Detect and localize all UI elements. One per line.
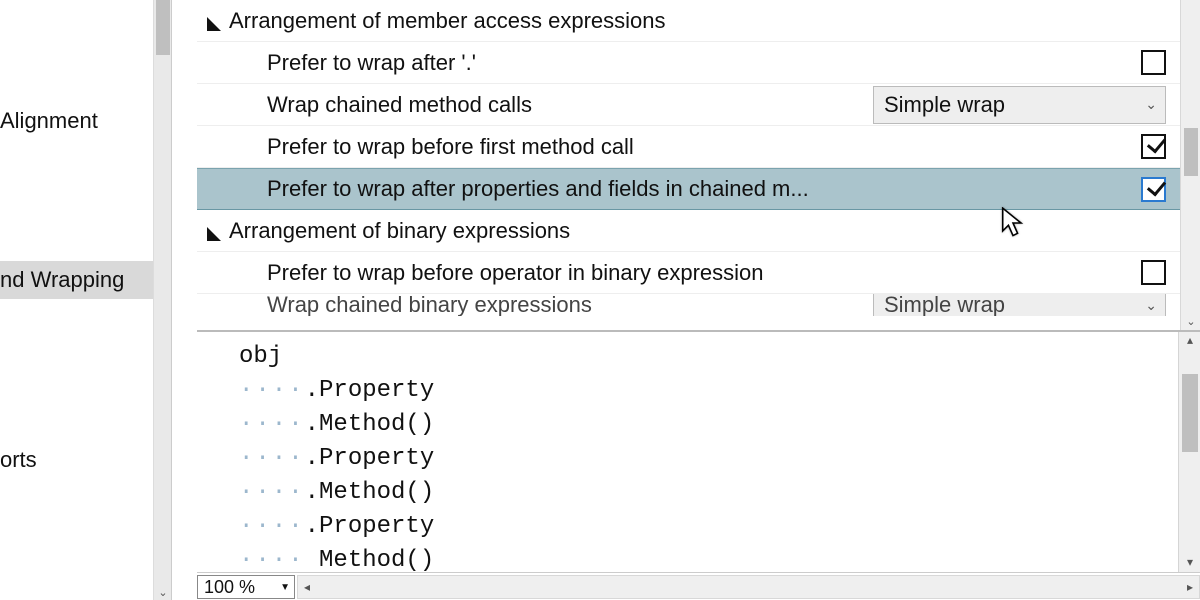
indent-guides: ···· — [239, 547, 305, 572]
nav-item[interactable]: nd Wrapping — [0, 261, 171, 298]
settings-pane: Arrangement of member access expressions… — [172, 0, 1200, 330]
code-line: ····.Property — [239, 510, 1200, 544]
code-line: ····.Property — [239, 442, 1200, 476]
settings-scrollbar-thumb[interactable] — [1184, 128, 1198, 176]
scroll-down-icon[interactable]: ⌄ — [1181, 312, 1200, 330]
settings-row[interactable]: Prefer to wrap before first method call — [197, 126, 1180, 168]
settings-label: Wrap chained binary expressions — [197, 294, 871, 316]
code-line: ····.Property — [239, 374, 1200, 408]
nav-scrollbar[interactable]: ⌄ — [153, 0, 171, 600]
settings-row[interactable]: Wrap chained binary expressionsSimple wr… — [197, 294, 1180, 316]
checkbox[interactable] — [1141, 260, 1166, 285]
preview-scrollbar-thumb[interactable] — [1182, 374, 1198, 452]
code-preview-pane: obj····.Property····.Method()····.Proper… — [197, 330, 1200, 600]
scroll-up-icon[interactable]: ▴ — [1179, 332, 1200, 350]
chevron-down-icon: ▼ — [280, 582, 290, 593]
settings-row[interactable]: Prefer to wrap after '.' — [197, 42, 1180, 84]
nav-scrollbar-thumb[interactable] — [156, 0, 170, 55]
checkmark-icon — [1146, 177, 1164, 197]
select-value: Simple wrap — [884, 294, 1145, 316]
zoom-select[interactable]: 100 % ▼ — [197, 575, 295, 599]
code-line: ···· Method() — [239, 544, 1200, 572]
settings-label: Prefer to wrap before operator in binary… — [197, 260, 871, 286]
scroll-left-icon[interactable]: ◂ — [298, 576, 316, 598]
checkbox[interactable] — [1141, 134, 1166, 159]
code-text: .Property — [305, 513, 435, 540]
settings-label: Prefer to wrap before first method call — [197, 134, 871, 160]
indent-guides: ···· — [239, 513, 305, 540]
code-text: obj — [239, 343, 282, 370]
code-text: .Property — [305, 377, 435, 404]
settings-group-header[interactable]: Arrangement of member access expressions — [197, 0, 1180, 42]
settings-scrollbar[interactable]: ⌄ — [1180, 0, 1200, 330]
group-title: Arrangement of member access expressions — [229, 8, 666, 34]
zoom-bar: 100 % ▼ ◂ ▸ — [197, 572, 1200, 600]
checkmark-icon — [1146, 134, 1164, 154]
chevron-down-icon: ⌄ — [1145, 297, 1157, 314]
left-nav-panel: Alignmentnd Wrappingortsg Style ⌄ — [0, 0, 172, 600]
indent-guides: ···· — [239, 377, 305, 404]
scroll-right-icon[interactable]: ▸ — [1181, 576, 1199, 598]
expand-collapse-icon — [207, 17, 221, 31]
expand-collapse-icon — [207, 227, 221, 241]
indent-guides: ···· — [239, 445, 305, 472]
code-text: .Method() — [305, 479, 435, 506]
settings-label: Prefer to wrap after '.' — [197, 50, 871, 76]
select[interactable]: Simple wrap⌄ — [873, 294, 1166, 316]
settings-row[interactable]: Wrap chained method callsSimple wrap⌄ — [197, 84, 1180, 126]
settings-label: Prefer to wrap after properties and fiel… — [197, 176, 871, 202]
indent-guides: ···· — [239, 479, 305, 506]
code-line: ····.Method() — [239, 476, 1200, 510]
checkbox[interactable] — [1141, 177, 1166, 202]
checkbox[interactable] — [1141, 50, 1166, 75]
code-text: .Property — [305, 445, 435, 472]
settings-group-header[interactable]: Arrangement of binary expressions — [197, 210, 1180, 252]
settings-label: Wrap chained method calls — [197, 92, 871, 118]
nav-item[interactable]: orts — [0, 441, 171, 478]
group-title: Arrangement of binary expressions — [229, 218, 570, 244]
nav-item[interactable]: Alignment — [0, 102, 171, 139]
select-value: Simple wrap — [884, 92, 1145, 118]
indent-guides: ···· — [239, 411, 305, 438]
select[interactable]: Simple wrap⌄ — [873, 86, 1166, 124]
code-text: .Method() — [305, 411, 435, 438]
zoom-value: 100 % — [204, 577, 280, 598]
preview-horizontal-scrollbar[interactable]: ◂ ▸ — [297, 575, 1200, 599]
code-line: obj — [239, 340, 1200, 374]
code-text: Method() — [305, 547, 435, 572]
code-line: ····.Method() — [239, 408, 1200, 442]
scroll-down-icon[interactable]: ▾ — [1179, 554, 1200, 572]
chevron-down-icon: ⌄ — [1145, 96, 1157, 113]
preview-scrollbar[interactable]: ▴ ▾ — [1178, 332, 1200, 572]
settings-row[interactable]: Prefer to wrap before operator in binary… — [197, 252, 1180, 294]
settings-row[interactable]: Prefer to wrap after properties and fiel… — [197, 168, 1180, 210]
scroll-down-icon[interactable]: ⌄ — [154, 584, 172, 600]
